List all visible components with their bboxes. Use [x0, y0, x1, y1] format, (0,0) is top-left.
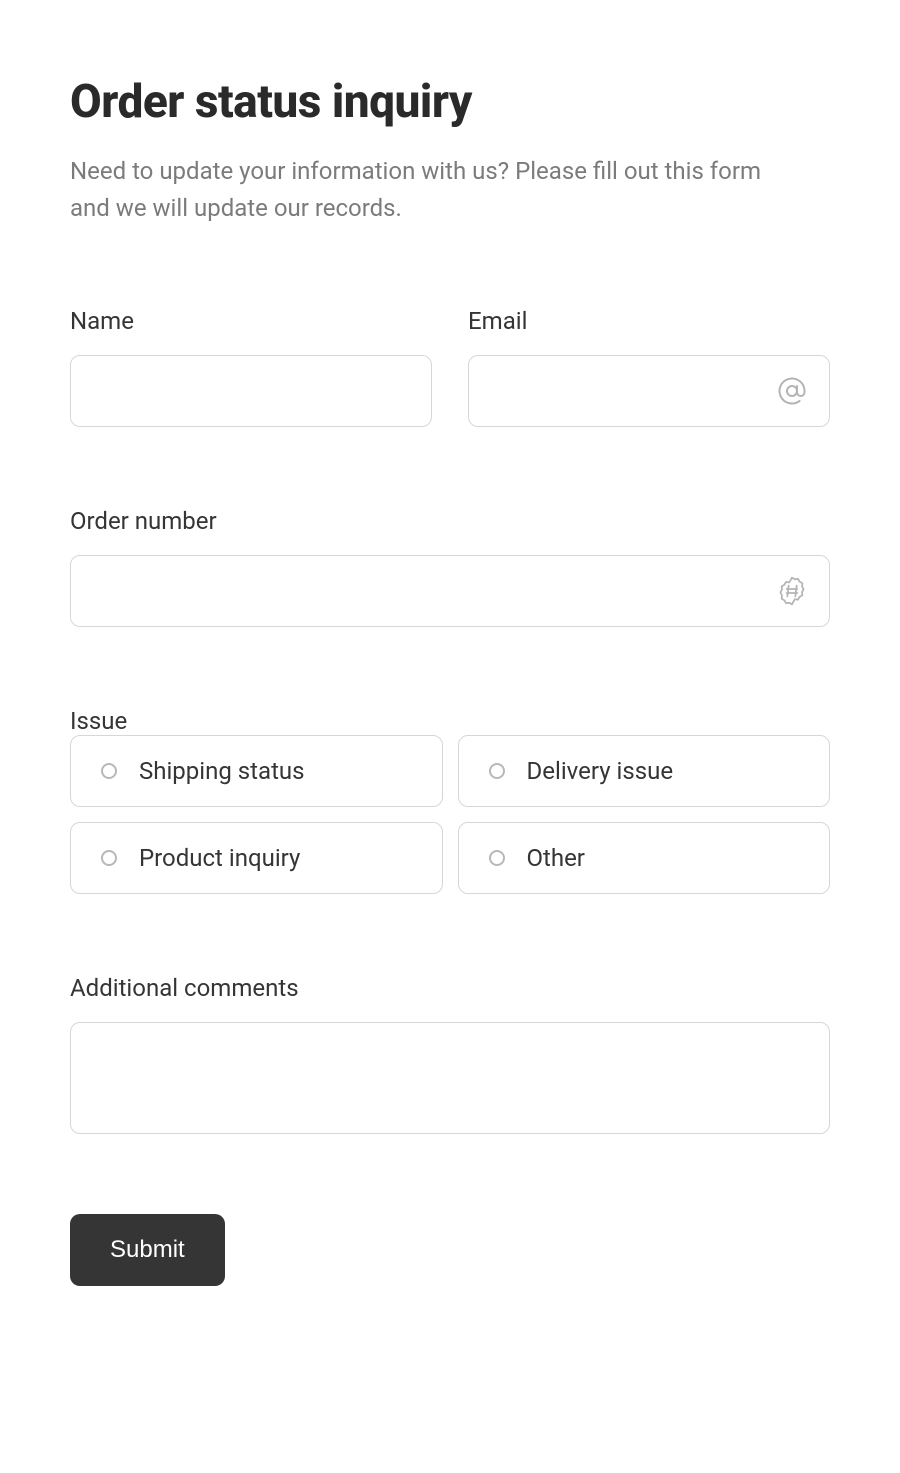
page-subtitle: Need to update your information with us?…	[70, 153, 790, 227]
issue-option-shipping-status[interactable]: Shipping status	[70, 735, 443, 807]
hash-badge-icon	[776, 575, 808, 607]
issue-option-product-inquiry[interactable]: Product inquiry	[70, 822, 443, 894]
at-sign-icon	[776, 375, 808, 407]
issue-option-other[interactable]: Other	[458, 822, 831, 894]
radio-icon	[489, 763, 505, 779]
radio-icon	[489, 850, 505, 866]
option-label: Delivery issue	[527, 757, 674, 785]
issue-option-delivery-issue[interactable]: Delivery issue	[458, 735, 831, 807]
option-label: Product inquiry	[139, 844, 300, 872]
radio-icon	[101, 850, 117, 866]
issue-label: Issue	[70, 707, 127, 735]
option-label: Other	[527, 844, 585, 872]
option-label: Shipping status	[139, 757, 305, 785]
page-title: Order status inquiry	[70, 75, 830, 129]
name-label: Name	[70, 307, 432, 335]
submit-button[interactable]: Submit	[70, 1214, 225, 1286]
name-input[interactable]	[70, 355, 432, 427]
comments-input[interactable]	[70, 1022, 830, 1134]
order-number-input[interactable]	[70, 555, 830, 627]
comments-label: Additional comments	[70, 974, 830, 1002]
email-label: Email	[468, 307, 830, 335]
radio-icon	[101, 763, 117, 779]
order-number-label: Order number	[70, 507, 830, 535]
